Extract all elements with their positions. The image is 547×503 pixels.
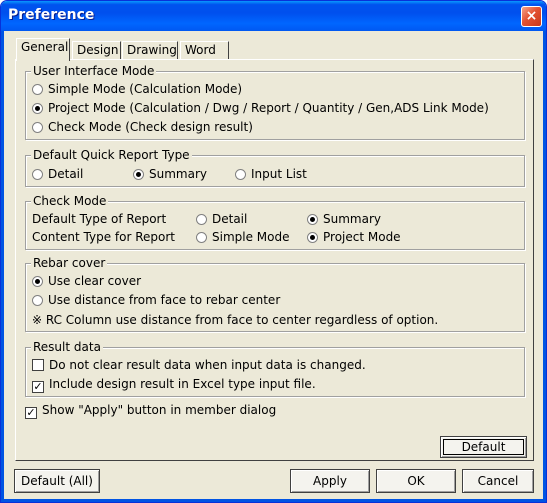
result-data-group: Result data Do not clear result data whe…	[25, 340, 525, 397]
radio-label: Input List	[251, 167, 307, 181]
window-border-left	[1, 31, 4, 502]
radio-selected-icon	[133, 169, 144, 180]
distance-to-center-radio[interactable]: Use distance from face to rebar center	[32, 293, 280, 307]
project-mode-radio[interactable]: Project Mode (Calculation / Dwg / Report…	[32, 101, 489, 115]
content-type-simple-radio[interactable]: Simple Mode	[196, 230, 289, 244]
tab-general[interactable]: General	[16, 38, 70, 61]
checkbox-label: Do not clear result data when input data…	[49, 358, 366, 372]
radio-label: Summary	[149, 167, 207, 181]
window-border-bottom	[1, 499, 546, 502]
radio-label: Check Mode (Check design result)	[48, 120, 253, 134]
radio-label: Project Mode (Calculation / Dwg / Report…	[48, 101, 489, 115]
checkbox-label: Include design result in Excel type inpu…	[49, 377, 316, 391]
radio-selected-icon	[32, 103, 43, 114]
tab-label: Drawing	[127, 43, 177, 57]
radio-label: Detail	[212, 212, 248, 226]
rc-column-note: ※ RC Column use distance from face to ce…	[32, 313, 439, 327]
tab-word[interactable]: Word	[180, 41, 229, 60]
radio-icon	[32, 122, 43, 133]
radio-label: Simple Mode	[212, 230, 290, 244]
quick-report-detail-radio[interactable]: Detail	[32, 167, 83, 181]
simple-mode-radio[interactable]: Simple Mode (Calculation Mode)	[32, 82, 242, 96]
report-type-label: Default Type of Report	[32, 212, 167, 226]
window-border-right	[543, 31, 546, 502]
apply-button[interactable]: Apply	[290, 469, 370, 493]
checkbox-icon	[32, 359, 44, 371]
checkbox-label: Show "Apply" button in member dialog	[42, 403, 277, 417]
window-title: Preference	[8, 7, 95, 23]
rebar-cover-group: Rebar cover Use clear cover Use distance…	[25, 256, 525, 332]
check-mode-group: Check Mode Default Type of Report Detail…	[25, 194, 525, 250]
close-icon: ×	[525, 8, 538, 24]
preference-dialog: Preference × General Design Drawing Word…	[0, 0, 547, 503]
default-all-button[interactable]: Default (All)	[14, 469, 100, 493]
include-design-result-checkbox[interactable]: ✓ Include design result in Excel type inp…	[32, 377, 316, 393]
check-mode-legend: Check Mode	[31, 194, 109, 208]
radio-icon	[235, 169, 246, 180]
radio-icon	[32, 295, 43, 306]
cancel-button[interactable]: Cancel	[462, 469, 534, 493]
radio-icon	[196, 232, 207, 243]
report-type-summary-radio[interactable]: Summary	[307, 212, 381, 226]
checkmark-icon: ✓	[32, 380, 44, 393]
tab-label: Design	[77, 43, 119, 57]
tab-label: Word	[185, 43, 216, 57]
radio-label: Detail	[48, 167, 84, 181]
check-mode-radio[interactable]: Check Mode (Check design result)	[32, 120, 253, 134]
radio-icon	[196, 214, 207, 225]
show-apply-button-checkbox[interactable]: ✓ Show "Apply" button in member dialog	[25, 403, 276, 419]
radio-selected-icon	[307, 232, 318, 243]
radio-label: Summary	[323, 212, 381, 226]
ui-mode-legend: User Interface Mode	[31, 64, 157, 78]
rebar-cover-legend: Rebar cover	[31, 256, 108, 270]
default-button[interactable]: Default	[440, 436, 527, 458]
radio-selected-icon	[32, 276, 43, 287]
ui-mode-group: User Interface Mode Simple Mode (Calcula…	[25, 64, 525, 140]
quick-report-legend: Default Quick Report Type	[31, 148, 192, 162]
tab-drawing[interactable]: Drawing	[122, 41, 178, 60]
content-type-project-radio[interactable]: Project Mode	[307, 230, 401, 244]
radio-label: Project Mode	[323, 230, 401, 244]
close-button[interactable]: ×	[521, 6, 542, 27]
radio-selected-icon	[307, 214, 318, 225]
quick-report-input-list-radio[interactable]: Input List	[235, 167, 307, 181]
title-bar[interactable]: Preference ×	[1, 1, 546, 31]
tab-label: General	[21, 40, 69, 54]
do-not-clear-checkbox[interactable]: Do not clear result data when input data…	[32, 358, 366, 372]
quick-report-summary-radio[interactable]: Summary	[133, 167, 207, 181]
tab-design[interactable]: Design	[72, 41, 121, 60]
content-type-label: Content Type for Report	[32, 230, 176, 244]
ok-button[interactable]: OK	[376, 469, 456, 493]
clear-cover-radio[interactable]: Use clear cover	[32, 274, 141, 288]
report-type-detail-radio[interactable]: Detail	[196, 212, 247, 226]
radio-label: Use distance from face to rebar center	[48, 293, 281, 307]
quick-report-group: Default Quick Report Type Detail Summary…	[25, 148, 525, 187]
radio-label: Use clear cover	[48, 274, 142, 288]
result-data-legend: Result data	[31, 340, 103, 354]
radio-icon	[32, 84, 43, 95]
radio-icon	[32, 169, 43, 180]
checkmark-icon: ✓	[25, 406, 37, 419]
radio-label: Simple Mode (Calculation Mode)	[48, 82, 243, 96]
general-tab-panel: User Interface Mode Simple Mode (Calcula…	[15, 59, 534, 461]
